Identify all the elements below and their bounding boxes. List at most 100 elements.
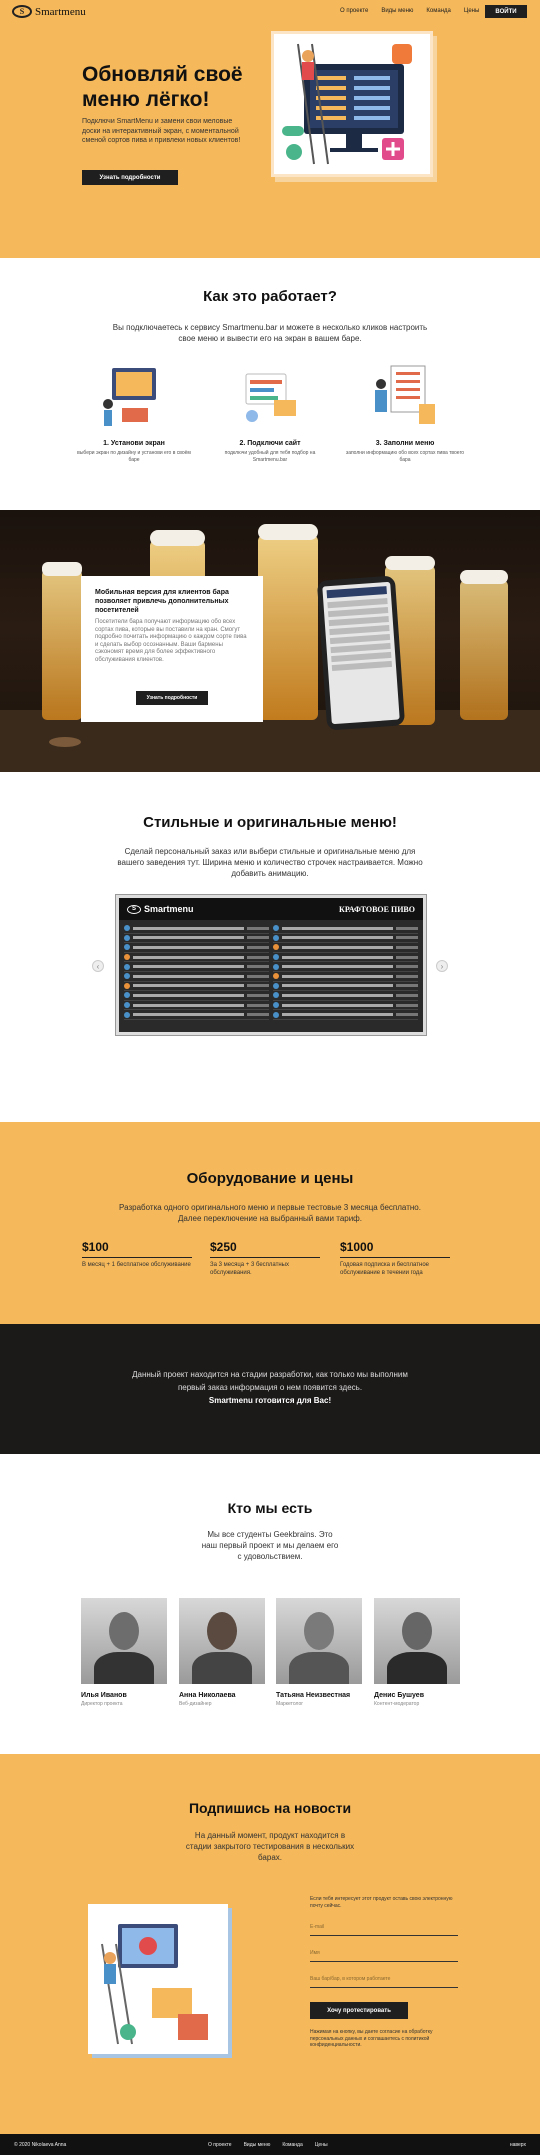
back-to-top-link[interactable]: наверх	[510, 2142, 526, 2148]
phone-mockup	[316, 575, 406, 731]
plan-monthly-price: $100	[82, 1240, 192, 1258]
email-field[interactable]: E-mail	[310, 1918, 458, 1936]
member-name: Татьяна Неизвестная	[276, 1692, 351, 1699]
carousel-prev-button[interactable]: ‹	[92, 960, 104, 972]
member-role: Директор проекта	[81, 1701, 123, 1707]
plan-yearly-price: $1000	[340, 1240, 450, 1258]
menus-section: Стильные и оригинальные меню! Сделай пер…	[0, 772, 540, 1122]
board-row	[273, 1001, 418, 1011]
avatar	[179, 1598, 265, 1684]
form-intro: Если тебя интересует этот продукт оставь…	[310, 1896, 453, 1909]
subscribe-subtitle: На данный момент, продукт находится в ст…	[185, 1831, 355, 1862]
footer-link-prices[interactable]: Цены	[315, 2142, 328, 2148]
plan-quarterly-price: $250	[210, 1240, 320, 1258]
step-2-desc: подключи удобный для тебя подбор на Smar…	[224, 450, 316, 463]
mobile-version-text: Посетители бара получают информацию обо …	[95, 619, 247, 663]
step-1-desc: выбери экран по дизайну и установи его в…	[77, 450, 191, 463]
team-member: Татьяна Неизвестная Маркетолог	[276, 1598, 362, 1707]
board-row	[124, 982, 269, 992]
logo[interactable]: S Smartmenu	[12, 5, 86, 18]
pricing-section: Оборудование и цены Разработка одного ор…	[0, 1122, 540, 1324]
plan-quarterly[interactable]: $250 За 3 месяца + 3 бесплатных обслужив…	[210, 1240, 320, 1277]
board-row	[273, 991, 418, 1001]
how-subtitle: Вы подключаетесь к сервису Smartmenu.bar…	[112, 323, 428, 343]
nav-link-menus[interactable]: Виды меню	[381, 8, 413, 14]
login-button[interactable]: ВОЙТИ	[485, 5, 527, 18]
footer-link-menus[interactable]: Виды меню	[244, 2142, 271, 2148]
board-row	[273, 924, 418, 934]
team-member: Денис Бушуев Контент-модератор	[374, 1598, 460, 1707]
board-row	[273, 934, 418, 944]
subscribe-title: Подпишись на новости	[188, 1800, 352, 1816]
top-nav: О проекте Виды меню Команда Цены	[340, 8, 479, 14]
footer-nav: О проекте Виды меню Команда Цены	[208, 2142, 328, 2148]
team-section: Кто мы есть Мы все студенты Geekbrains. …	[0, 1454, 540, 1754]
board-rows	[119, 920, 423, 1024]
nav-link-team[interactable]: Команда	[426, 8, 450, 14]
notice-text: Данный проект находится на стадии разраб…	[132, 1370, 408, 1392]
team-member: Анна Николаева Веб-дизайнер	[179, 1598, 265, 1707]
how-it-works-section: Как это работает? Вы подключаетесь к сер…	[0, 258, 540, 510]
team-subtitle: Мы все студенты Geekbrains. Это наш перв…	[201, 1530, 339, 1561]
menu-board-preview: S Smartmenu КРАФТОВОЕ ПИВО	[116, 895, 426, 1035]
footer-link-team[interactable]: Команда	[282, 2142, 302, 2148]
plan-yearly[interactable]: $1000 Годовая подписка и бесплатное обсл…	[340, 1240, 450, 1277]
board-row	[273, 962, 418, 972]
board-row	[124, 972, 269, 982]
step-3-desc: заполни информацию обо всех сортах пива …	[345, 450, 465, 463]
step-3-title: 3. Заполни меню	[375, 440, 435, 447]
step-fill-menu: 3. Заполни меню заполни информацию обо в…	[345, 360, 465, 463]
board-title: КРАФТОВОЕ ПИВО	[339, 904, 415, 914]
hero-text: Подключи SmartMenu и замени свои меловые…	[82, 118, 241, 144]
member-name: Илья Иванов	[81, 1692, 127, 1699]
nav-link-about[interactable]: О проекте	[340, 8, 368, 14]
notice-section: Данный проект находится на стадии разраб…	[0, 1324, 540, 1454]
board-row	[124, 1001, 269, 1011]
privacy-note: Нажимая на кнопку, вы даете согласие на …	[310, 2029, 433, 2048]
board-column-left	[124, 924, 269, 1020]
board-row	[273, 953, 418, 963]
board-row	[273, 982, 418, 992]
board-row	[124, 962, 269, 972]
step-2-title: 2. Подключи сайт	[239, 440, 301, 447]
hero-details-button[interactable]: Узнать подробности	[82, 170, 178, 185]
copyright: © 2020 Nikolaeva Anna	[14, 2142, 67, 2148]
member-name: Анна Николаева	[179, 1692, 236, 1699]
notice-text-block: Данный проект находится на стадии разраб…	[0, 1368, 540, 1407]
footer-link-about[interactable]: О проекте	[208, 2142, 232, 2148]
member-role: Контент-модератор	[374, 1701, 420, 1707]
logo-mark: S	[12, 5, 32, 18]
avatar	[81, 1598, 167, 1684]
subscribe-section: Подпишись на новости На данный момент, п…	[0, 1754, 540, 2134]
step-connect-site: 2. Подключи сайт подключи удобный для те…	[210, 360, 330, 463]
team-title: Кто мы есть	[227, 1500, 313, 1516]
subscribe-illustration	[88, 1904, 228, 2054]
step-1-title: 1. Установи экран	[103, 440, 165, 447]
bar-field[interactable]: Ваш бар/бар, в котором работаете	[310, 1970, 458, 1988]
board-row	[124, 991, 269, 1001]
mobile-version-card: Мобильная версия для клиентов бара позво…	[81, 576, 263, 722]
board-row	[273, 972, 418, 982]
subscribe-button[interactable]: Хочу протестировать	[310, 2002, 408, 2019]
member-name: Денис Бушуев	[374, 1692, 424, 1699]
board-row	[124, 953, 269, 963]
notice-bold: Smartmenu готовится для Вас!	[208, 1396, 332, 1405]
name-field[interactable]: Имя	[310, 1944, 458, 1962]
menus-title: Стильные и оригинальные меню!	[143, 814, 397, 831]
mobile-details-button[interactable]: Узнать подробности	[136, 691, 208, 705]
team-member: Илья Иванов Директор проекта	[81, 1598, 167, 1707]
member-role: Веб-дизайнер	[179, 1701, 212, 1707]
plan-monthly-desc: В месяц + 1 бесплатное обслуживание	[82, 1262, 191, 1268]
subscribe-form: Если тебя интересует этот продукт оставь…	[310, 1896, 458, 2049]
board-row	[124, 924, 269, 934]
avatar	[276, 1598, 362, 1684]
carousel-next-button[interactable]: ›	[436, 960, 448, 972]
board-row	[273, 1010, 418, 1020]
plan-monthly[interactable]: $100 В месяц + 1 бесплатное обслуживание	[82, 1240, 192, 1269]
avatar	[374, 1598, 460, 1684]
plan-yearly-desc: Годовая подписка и бесплатное обслуживан…	[340, 1262, 429, 1276]
board-row	[273, 943, 418, 953]
nav-link-prices[interactable]: Цены	[464, 8, 479, 14]
hero-illustration	[274, 34, 430, 174]
plan-quarterly-desc: За 3 месяца + 3 бесплатных обслуживания.	[210, 1262, 289, 1276]
